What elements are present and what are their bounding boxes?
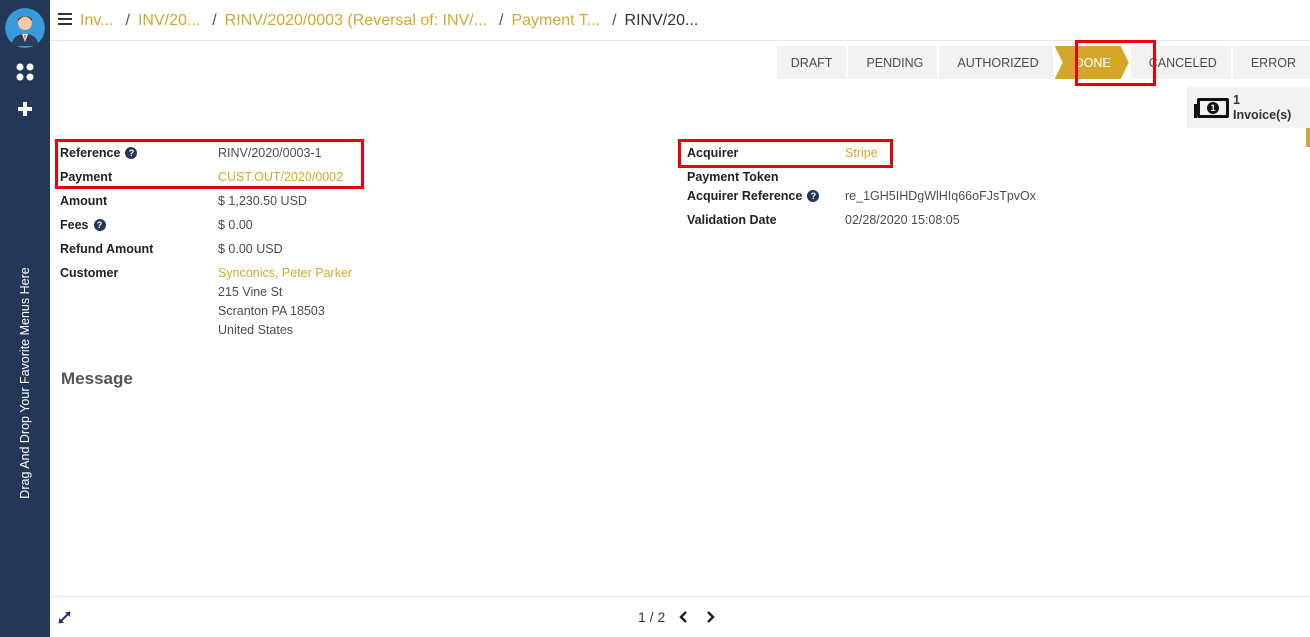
validation-date-label: Validation Date — [687, 213, 777, 227]
status-draft[interactable]: DRAFT — [776, 46, 847, 79]
breadcrumb-invoice[interactable]: INV/20... — [138, 12, 200, 30]
pager-value[interactable]: 1 / 2 — [638, 609, 665, 625]
footer-divider — [50, 596, 1310, 597]
customer-link[interactable]: Synconics, Peter Parker — [218, 266, 352, 280]
sidebar: Drag And Drop Your Favorite Menus Here — [0, 0, 50, 637]
acquirer-reference-label-text: Acquirer Reference — [687, 189, 803, 203]
user-avatar[interactable] — [5, 8, 45, 48]
payment-token-label: Payment Token — [687, 170, 779, 184]
customer-address-city: Scranton PA 18503 — [218, 304, 325, 318]
message-section-title: Message — [61, 369, 133, 388]
breadcrumb-current: RINV/20... — [624, 12, 699, 29]
favorites-drop-hint: Drag And Drop Your Favorite Menus Here — [18, 267, 32, 499]
status-pending[interactable]: PENDING — [848, 46, 938, 79]
status-bar: DRAFT PENDING AUTHORIZED DONE CANCELED E… — [775, 46, 1310, 79]
customer-label: Customer — [60, 266, 119, 280]
acquirer-reference-label: Acquirer Reference ? — [687, 189, 820, 203]
apps-grid-icon[interactable] — [15, 62, 35, 82]
customer-address-street: 215 Vine St — [218, 285, 283, 299]
breadcrumb-separator: / — [612, 12, 617, 29]
breadcrumb: Inv... / INV/20... / RINV/2020/0003 (Rev… — [80, 10, 698, 32]
invoice-label: Invoice(s) — [1233, 107, 1292, 122]
scroll-indicator — [1306, 128, 1310, 147]
invoices-smart-button[interactable]: 1 1 Invoice(s) — [1187, 87, 1310, 128]
amount-value: $ 1,230.50 USD — [218, 194, 307, 208]
breadcrumb-payment-transactions[interactable]: Payment T... — [511, 12, 600, 30]
plus-icon[interactable] — [15, 99, 35, 119]
fees-value: $ 0.00 — [218, 218, 253, 232]
refund-amount-value: $ 0.00 USD — [218, 242, 283, 256]
acquirer-reference-value: re_1GH5IHDgWlHIq66oFJsTpvOx — [845, 189, 1037, 203]
breadcrumb-separator: / — [125, 12, 130, 29]
status-authorized[interactable]: AUTHORIZED — [939, 46, 1053, 79]
fees-label: Fees ? — [60, 218, 106, 232]
breadcrumb-invoicing[interactable]: Inv... — [80, 12, 114, 30]
customer-address-country: United States — [218, 323, 294, 337]
pager: 1 / 2 — [638, 609, 717, 625]
hamburger-menu-icon[interactable] — [58, 13, 72, 25]
money-bill-icon: 1 — [1194, 97, 1229, 118]
help-icon[interactable]: ? — [807, 190, 820, 202]
chevron-right-icon[interactable] — [703, 610, 717, 624]
chevron-left-icon[interactable] — [677, 610, 691, 624]
highlight-box-done — [1075, 40, 1156, 86]
breadcrumb-separator: / — [212, 12, 217, 29]
invoices-smart-button-text: 1 Invoice(s) — [1233, 93, 1291, 123]
breadcrumb-reversal[interactable]: RINV/2020/0003 (Reversal of: INV/... — [225, 12, 487, 30]
fees-label-text: Fees — [60, 218, 89, 232]
amount-label: Amount — [60, 194, 108, 208]
invoice-count: 1 — [1233, 92, 1240, 107]
refund-amount-label: Refund Amount — [60, 242, 154, 256]
status-error[interactable]: ERROR — [1232, 46, 1310, 79]
expand-icon[interactable] — [57, 610, 72, 625]
highlight-box-reference-payment — [55, 139, 364, 189]
help-icon[interactable]: ? — [93, 219, 106, 231]
validation-date-value: 02/28/2020 15:08:05 — [845, 213, 960, 227]
breadcrumb-separator: / — [499, 12, 504, 29]
highlight-box-acquirer — [678, 139, 893, 168]
